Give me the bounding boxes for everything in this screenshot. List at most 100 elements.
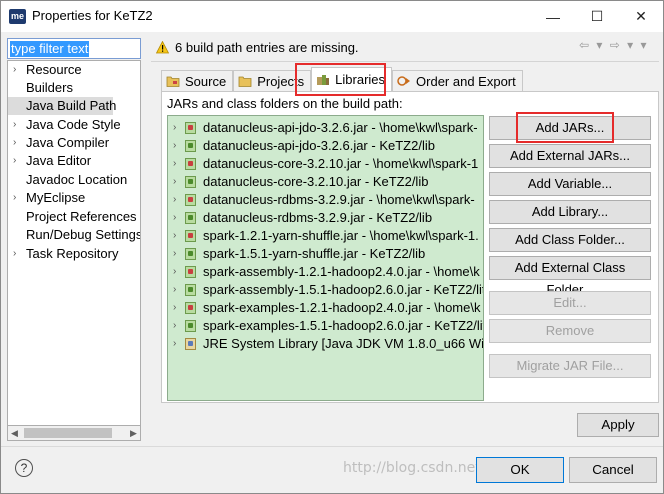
- remove-button[interactable]: Remove: [489, 319, 651, 343]
- tree-horizontal-scrollbar[interactable]: ◀ ▶: [7, 425, 141, 441]
- add-variable-button[interactable]: Add Variable...: [489, 172, 651, 196]
- chevron-right-icon[interactable]: ›: [173, 227, 176, 245]
- jar-entry[interactable]: › datanucleus-core-3.2.10.jar - \home\kwl…: [168, 155, 483, 173]
- jar-icon: [185, 320, 196, 332]
- migrate-jar-button[interactable]: Migrate JAR File...: [489, 354, 651, 378]
- tree-item-java-compiler[interactable]: › Java Compiler: [8, 134, 140, 152]
- tab-order-and-export[interactable]: Order and Export: [392, 70, 523, 91]
- chevron-right-icon[interactable]: ›: [173, 281, 176, 299]
- jar-entry[interactable]: › datanucleus-rdbms-3.2.9.jar - \home\kwl…: [168, 191, 483, 209]
- jar-label: spark-examples-1.2.1-hadoop2.4.0.jar - \…: [203, 300, 481, 315]
- chevron-right-icon[interactable]: ›: [13, 245, 16, 263]
- tree-item-builders[interactable]: Builders: [8, 79, 140, 97]
- jar-list: › datanucleus-api-jdo-3.2.6.jar - \home\k…: [167, 115, 484, 401]
- tab-label: Libraries: [335, 72, 386, 87]
- chevron-right-icon[interactable]: ›: [13, 116, 16, 134]
- jar-entry[interactable]: › datanucleus-api-jdo-3.2.6.jar - \home\k…: [168, 119, 483, 137]
- tree-item-label: Resource: [26, 62, 82, 77]
- chevron-right-icon[interactable]: ›: [173, 299, 176, 317]
- tree-item-label: Task Repository: [26, 246, 119, 261]
- ok-button[interactable]: OK: [476, 457, 564, 483]
- tree-item-label: MyEclipse: [26, 190, 86, 205]
- jar-entry[interactable]: › datanucleus-core-3.2.10.jar - KeTZ2/lib: [168, 173, 483, 191]
- source-folder-icon: [166, 76, 180, 87]
- warning-icon: [156, 40, 169, 53]
- jar-entry[interactable]: › spark-assembly-1.2.1-hadoop2.4.0.jar - …: [168, 263, 483, 281]
- jar-entry[interactable]: › spark-examples-1.2.1-hadoop2.4.0.jar - …: [168, 299, 483, 317]
- tree-item-run-debug-settings[interactable]: Run/Debug Settings: [8, 226, 140, 244]
- tree-item-label: Javadoc Location: [26, 172, 128, 187]
- tab-source[interactable]: Source: [161, 70, 234, 91]
- add-class-folder-button[interactable]: Add Class Folder...: [489, 228, 651, 252]
- cancel-button[interactable]: Cancel: [569, 457, 657, 483]
- jar-label: JRE System Library [Java JDK VM 1.8.0_u6…: [203, 336, 484, 351]
- jar-label: datanucleus-core-3.2.10.jar - \home\kwl\…: [203, 156, 479, 171]
- edit-button[interactable]: Edit...: [489, 291, 651, 315]
- tab-label: Order and Export: [416, 73, 516, 89]
- tree-item-label: Java Code Style: [26, 117, 121, 132]
- chevron-right-icon[interactable]: ›: [173, 209, 176, 227]
- chevron-right-icon[interactable]: ›: [173, 191, 176, 209]
- jar-entry[interactable]: › spark-1.5.1-yarn-shuffle.jar - KeTZ2/li…: [168, 245, 483, 263]
- chevron-right-icon[interactable]: ›: [173, 173, 176, 191]
- tree-item-label: Java Editor: [26, 153, 92, 168]
- jar-entry[interactable]: › datanucleus-api-jdo-3.2.6.jar - KeTZ2/l…: [168, 137, 483, 155]
- tree-item-java-code-style[interactable]: › Java Code Style: [8, 116, 140, 134]
- maximize-button[interactable]: ☐: [575, 1, 619, 32]
- window-title: Properties for KeTZ2: [32, 8, 153, 23]
- scroll-right-icon[interactable]: ▶: [130, 426, 137, 440]
- scroll-left-icon[interactable]: ◀: [11, 426, 18, 440]
- chevron-right-icon[interactable]: ›: [173, 263, 176, 281]
- jar-icon: [185, 284, 196, 296]
- add-library-button[interactable]: Add Library...: [489, 200, 651, 224]
- tree-item-javadoc-location[interactable]: Javadoc Location: [8, 171, 140, 189]
- tab-label: Source: [185, 73, 227, 89]
- header-separator: [151, 61, 659, 62]
- jar-label: datanucleus-rdbms-3.2.9.jar - KeTZ2/lib: [203, 210, 433, 225]
- jar-label: spark-assembly-1.2.1-hadoop2.4.0.jar - \…: [203, 264, 480, 279]
- tree-item-resource[interactable]: › Resource: [8, 61, 140, 79]
- history-nav-arrows[interactable]: ⇦ ▾ ⇨ ▾ ▾: [579, 38, 649, 52]
- chevron-right-icon[interactable]: ›: [13, 134, 16, 152]
- tab-projects[interactable]: Projects: [233, 70, 312, 91]
- chevron-right-icon[interactable]: ›: [173, 155, 176, 173]
- chevron-right-icon[interactable]: ›: [173, 317, 176, 335]
- apply-button[interactable]: Apply: [577, 413, 659, 437]
- chevron-right-icon[interactable]: ›: [173, 335, 176, 353]
- tree-item-project-references[interactable]: Project References: [8, 208, 140, 226]
- app-icon: me: [9, 9, 26, 24]
- missing-jar-icon: [185, 266, 196, 278]
- jar-icon: [185, 140, 196, 152]
- jar-icon: [185, 248, 196, 260]
- add-external-class-folder-button[interactable]: Add External Class Folder...: [489, 256, 651, 297]
- title-bar: me Properties for KeTZ2 — ☐ ✕: [1, 1, 663, 32]
- scrollbar-thumb[interactable]: [24, 428, 112, 438]
- chevron-right-icon[interactable]: ›: [13, 61, 16, 79]
- chevron-right-icon[interactable]: ›: [173, 245, 176, 263]
- chevron-right-icon[interactable]: ›: [173, 137, 176, 155]
- close-button[interactable]: ✕: [619, 1, 663, 32]
- libraries-icon: [317, 74, 330, 85]
- jar-label: spark-examples-1.5.1-hadoop2.6.0.jar - K…: [203, 318, 484, 333]
- chevron-right-icon[interactable]: ›: [173, 119, 176, 137]
- add-external-jars-button[interactable]: Add External JARs...: [489, 144, 651, 168]
- tree-item-myeclipse[interactable]: › MyEclipse: [8, 189, 140, 207]
- minimize-button[interactable]: —: [531, 1, 575, 32]
- add-jars-button[interactable]: Add JARs...: [489, 116, 651, 140]
- footer-separator: [1, 446, 663, 447]
- jre-library-entry[interactable]: › JRE System Library [Java JDK VM 1.8.0_u…: [168, 335, 484, 353]
- filter-text: type filter text: [10, 41, 90, 57]
- jar-entry[interactable]: › spark-1.2.1-yarn-shuffle.jar - \home\kw…: [168, 227, 483, 245]
- filter-input[interactable]: type filter text: [7, 38, 141, 59]
- help-icon[interactable]: ?: [15, 459, 33, 477]
- jar-entry[interactable]: › datanucleus-rdbms-3.2.9.jar - KeTZ2/lib: [168, 209, 483, 227]
- jar-entry[interactable]: › spark-assembly-1.5.1-hadoop2.6.0.jar - …: [168, 281, 483, 299]
- chevron-right-icon[interactable]: ›: [13, 152, 16, 170]
- project-icon: [238, 76, 252, 87]
- jar-entry[interactable]: › spark-examples-1.5.1-hadoop2.6.0.jar - …: [168, 317, 484, 335]
- chevron-right-icon[interactable]: ›: [13, 189, 16, 207]
- tree-item-java-editor[interactable]: › Java Editor: [8, 152, 140, 170]
- tree-item-task-repository[interactable]: › Task Repository: [8, 245, 140, 263]
- tree-item-java-build-path[interactable]: Java Build Path: [8, 97, 116, 115]
- tab-libraries[interactable]: Libraries: [311, 67, 393, 91]
